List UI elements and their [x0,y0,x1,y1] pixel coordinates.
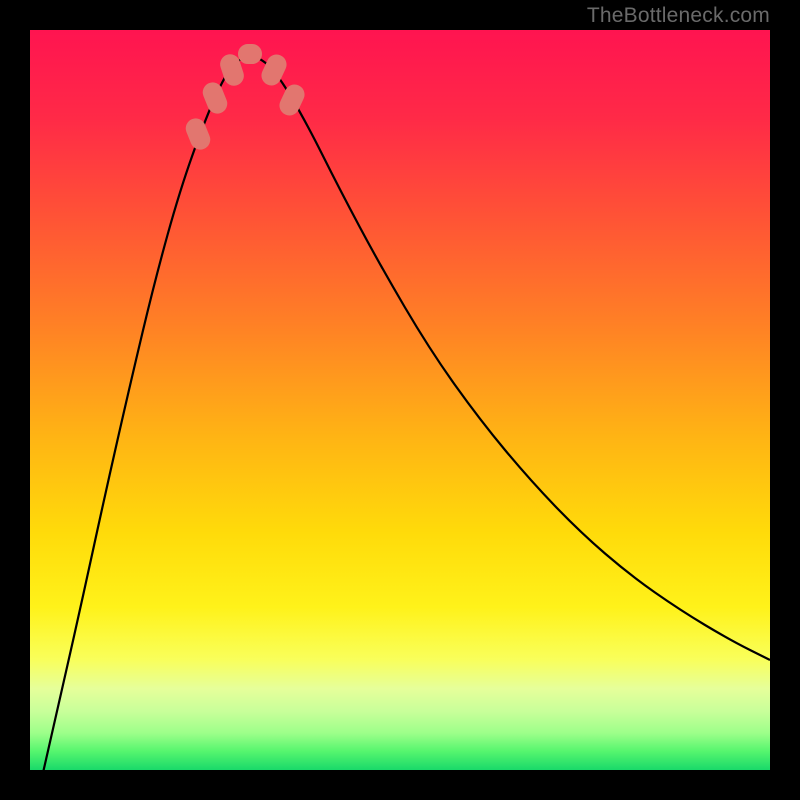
watermark-text: TheBottleneck.com [587,4,770,28]
curve-marker [201,81,229,116]
chart-frame [30,30,770,770]
curve-marker [260,53,289,88]
curve-layer [30,30,770,770]
curve-marker [184,117,212,152]
curve-marker [239,45,261,63]
bottleneck-curve [30,56,770,770]
marker-group [184,45,306,151]
curve-marker [278,83,307,118]
